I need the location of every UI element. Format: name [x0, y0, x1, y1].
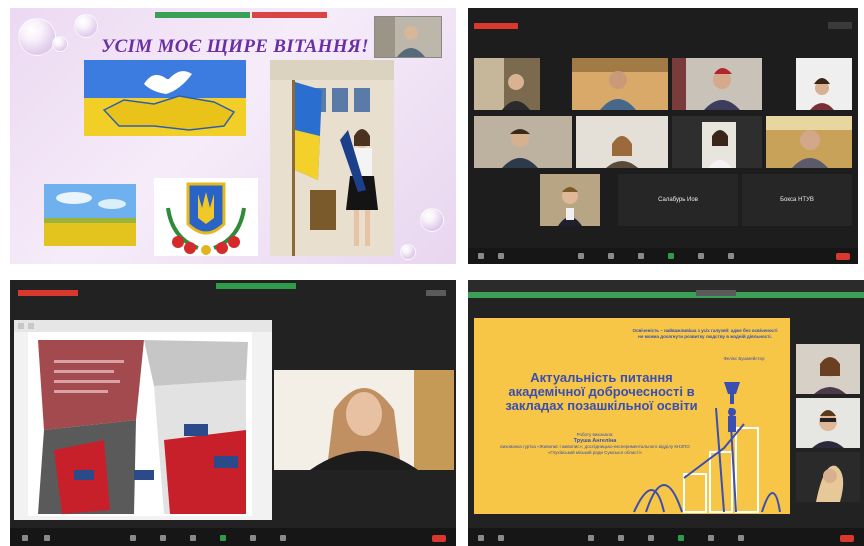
- recording-indicator: [474, 23, 518, 29]
- presenter-bar-green: [155, 12, 250, 18]
- presenter-bar-red: [252, 12, 327, 18]
- participant-video: [540, 174, 600, 226]
- window-title-bar: [468, 280, 864, 292]
- success-ladder-illustration: [633, 382, 781, 513]
- view-toggle-button[interactable]: [426, 290, 446, 296]
- reactions-icon[interactable]: [280, 535, 286, 541]
- coat-of-arms-image: [154, 178, 258, 256]
- participant-tile[interactable]: [474, 58, 540, 110]
- shared-presentation-content: [14, 320, 272, 516]
- recording-indicator: [18, 290, 78, 296]
- share-screen-icon[interactable]: [678, 535, 684, 541]
- presentation-panel: Освіченість – найважливіша з усіх галузе…: [468, 280, 864, 546]
- chat-icon[interactable]: [190, 535, 196, 541]
- slide-title: УСІМ МОЄ ЩИРЕ ВІТАННЯ!: [101, 36, 369, 57]
- participants-icon[interactable]: [160, 535, 166, 541]
- participant-tile[interactable]: [796, 398, 860, 448]
- security-icon[interactable]: [588, 535, 594, 541]
- leave-button[interactable]: [432, 535, 446, 542]
- participant-video: [672, 116, 762, 168]
- record-icon[interactable]: [708, 535, 714, 541]
- participant-name-tile[interactable]: Салабурь Иов: [618, 174, 738, 226]
- person-silhouette-icon: [375, 17, 441, 57]
- leave-button[interactable]: [840, 535, 854, 542]
- mute-icon[interactable]: [478, 253, 484, 259]
- participant-video: [796, 398, 860, 448]
- presenter-video-thumbnail[interactable]: [374, 16, 442, 58]
- participant-tile[interactable]: [576, 116, 668, 168]
- participant-video: [474, 116, 572, 168]
- shared-screen-window[interactable]: [14, 320, 272, 520]
- bubble-decoration: [420, 208, 444, 232]
- participant-video: [672, 58, 762, 110]
- reactions-icon[interactable]: [728, 253, 734, 259]
- mute-icon[interactable]: [22, 535, 28, 541]
- sharing-banner: [468, 292, 864, 298]
- sharing-banner: [216, 283, 296, 289]
- view-toggle-button[interactable]: [828, 22, 852, 29]
- security-icon[interactable]: [130, 535, 136, 541]
- record-icon[interactable]: [698, 253, 704, 259]
- student-with-flag-photo: [270, 60, 394, 256]
- video-gallery-panel: Салабурь Иов Бокса НТУВ: [468, 8, 858, 264]
- slide-quote: Освіченість – найважливіша з усіх галузе…: [632, 328, 778, 339]
- participant-tile[interactable]: [796, 58, 852, 110]
- presentation-slide: Освіченість – найважливіша з усіх галузе…: [474, 318, 790, 514]
- video-icon[interactable]: [498, 253, 504, 259]
- meeting-controls-bar: [468, 248, 858, 264]
- reactions-icon[interactable]: [738, 535, 744, 541]
- bubble-decoration: [74, 14, 98, 38]
- mute-icon[interactable]: [478, 535, 484, 541]
- participant-video: [576, 116, 668, 168]
- security-icon[interactable]: [578, 253, 584, 259]
- participants-icon[interactable]: [608, 253, 614, 259]
- participant-video: [796, 452, 860, 502]
- participant-tile[interactable]: [540, 174, 600, 226]
- share-screen-icon[interactable]: [668, 253, 674, 259]
- participant-tile[interactable]: [672, 58, 762, 110]
- participant-video: [796, 58, 852, 110]
- leave-button[interactable]: [836, 253, 850, 260]
- meeting-controls-bar: [468, 528, 864, 546]
- participant-tile[interactable]: [572, 58, 668, 110]
- chat-icon[interactable]: [648, 535, 654, 541]
- speaker-video-feed: [274, 370, 454, 470]
- chat-icon[interactable]: [638, 253, 644, 259]
- participant-tile[interactable]: [474, 116, 572, 168]
- view-options-button[interactable]: [696, 290, 736, 296]
- record-icon[interactable]: [250, 535, 256, 541]
- participant-tile[interactable]: [672, 116, 762, 168]
- ukraine-map-dove-image: [84, 60, 246, 136]
- participant-tile[interactable]: [796, 452, 860, 502]
- participant-video: [474, 58, 540, 110]
- bubble-decoration: [18, 18, 56, 56]
- share-screen-icon[interactable]: [220, 535, 226, 541]
- greeting-slide-panel: УСІМ МОЄ ЩИРЕ ВІТАННЯ!: [10, 8, 456, 264]
- slide-quote-author: Фелікс Бушмейстер: [723, 356, 765, 361]
- participant-video: [766, 116, 852, 168]
- bubble-decoration: [400, 244, 416, 260]
- video-icon[interactable]: [498, 535, 504, 541]
- participant-tile[interactable]: [766, 116, 852, 168]
- speaker-video[interactable]: [274, 370, 454, 470]
- video-icon[interactable]: [44, 535, 50, 541]
- bubble-decoration: [52, 36, 68, 52]
- meeting-controls-bar: [10, 528, 456, 546]
- screen-share-panel: [10, 280, 456, 546]
- participant-video: [796, 344, 860, 394]
- participant-tile[interactable]: [796, 344, 860, 394]
- wheat-field-sky-image: [44, 184, 136, 246]
- participant-name-tile[interactable]: Бокса НТУВ: [742, 174, 852, 226]
- participant-video: [572, 58, 668, 110]
- participants-icon[interactable]: [618, 535, 624, 541]
